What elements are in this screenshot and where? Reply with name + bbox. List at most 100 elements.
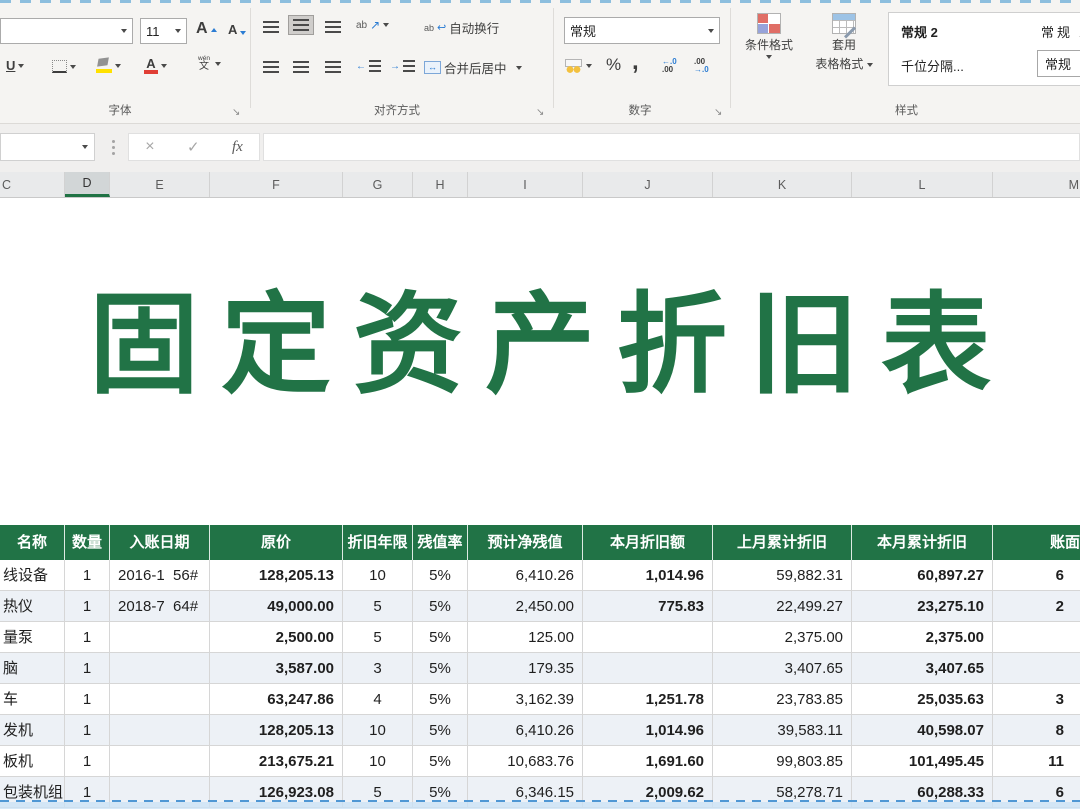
percent-style-button[interactable]: % (606, 55, 621, 75)
cell-book-value[interactable]: 8 (993, 715, 1080, 746)
cell-name[interactable]: 量泵 (0, 622, 65, 653)
merge-center-button[interactable]: ↔ 合并后居中 (424, 58, 522, 77)
cell-date[interactable]: 2018-7 64# (110, 591, 210, 622)
align-middle-button[interactable] (288, 15, 314, 35)
number-format-combo[interactable]: 常规 (564, 17, 720, 44)
cell-cost[interactable]: 49,000.00 (210, 591, 343, 622)
cell-prev-accum[interactable]: 99,803.85 (713, 746, 852, 777)
cell-rate[interactable]: 5% (413, 684, 468, 715)
alignment-dialog-launcher-icon[interactable]: ↘ (536, 108, 544, 118)
header-cur-accum[interactable]: 本月累计折旧 (852, 525, 993, 560)
wrap-text-button[interactable]: ab ↩ 自动换行 (424, 18, 499, 37)
font-size-combo[interactable]: 11 (140, 18, 187, 44)
header-prev-accum[interactable]: 上月累计折旧 (713, 525, 852, 560)
chevron-down-icon[interactable] (215, 62, 221, 66)
comma-style-button[interactable]: , (632, 48, 639, 76)
number-dialog-launcher-icon[interactable]: ↘ (714, 108, 722, 118)
cell-cost[interactable]: 128,205.13 (210, 560, 343, 591)
cell-book-value[interactable]: 2 (993, 591, 1080, 622)
cell-rate[interactable]: 5% (413, 746, 468, 777)
column-header-g[interactable]: G (343, 172, 413, 197)
cell-monthly-dep[interactable] (583, 653, 713, 684)
chevron-down-icon[interactable] (115, 64, 121, 68)
chevron-down-icon[interactable] (175, 29, 181, 33)
cell-salvage[interactable]: 3,162.39 (468, 684, 583, 715)
format-as-table-button[interactable]: 套用 表格格式 (808, 13, 880, 72)
cell-book-value[interactable]: 3 (993, 684, 1080, 715)
chevron-down-icon[interactable] (708, 29, 714, 33)
header-book-value[interactable]: 账面 (993, 525, 1080, 560)
cell-prev-accum[interactable]: 3,407.65 (713, 653, 852, 684)
cell-style-item-selected[interactable]: 常规 (1037, 50, 1080, 77)
header-salvage[interactable]: 预计净残值 (468, 525, 583, 560)
cell-life[interactable]: 3 (343, 653, 413, 684)
cell-prev-accum[interactable]: 2,375.00 (713, 622, 852, 653)
header-qty[interactable]: 数量 (65, 525, 110, 560)
font-name-combo[interactable] (0, 18, 133, 44)
increase-decimal-button[interactable]: ←.0 .00 (662, 58, 677, 74)
font-dialog-launcher-icon[interactable]: ↘ (232, 108, 240, 118)
worksheet[interactable]: 固定资产折旧表 名称 数量 入账日期 原价 折旧年限 残值率 预计净残值 本月折… (0, 198, 1080, 809)
cell-qty[interactable]: 1 (65, 591, 110, 622)
align-left-button[interactable] (258, 56, 284, 78)
cell-monthly-dep[interactable] (583, 622, 713, 653)
cell-date[interactable] (110, 684, 210, 715)
cell-style-item[interactable]: 千位分隔... (901, 56, 964, 75)
cell-qty[interactable]: 1 (65, 622, 110, 653)
fill-color-button[interactable] (96, 58, 121, 73)
grow-font-button[interactable]: A (196, 20, 217, 38)
chevron-down-icon[interactable] (766, 55, 772, 59)
cell-life[interactable]: 10 (343, 746, 413, 777)
cell-qty[interactable]: 1 (65, 560, 110, 591)
cell-monthly-dep[interactable]: 1,014.96 (583, 715, 713, 746)
chevron-down-icon[interactable] (121, 29, 127, 33)
increase-indent-button[interactable]: → (390, 60, 415, 72)
cell-book-value[interactable] (993, 653, 1080, 684)
shrink-font-button[interactable]: A (228, 22, 246, 37)
cell-qty[interactable]: 1 (65, 684, 110, 715)
name-box[interactable] (0, 133, 95, 161)
cell-date[interactable] (110, 622, 210, 653)
phonetic-guide-button[interactable]: wén 文 (196, 56, 221, 71)
cell-name[interactable]: 线设备 (0, 560, 65, 591)
align-right-button[interactable] (320, 56, 346, 78)
cell-salvage[interactable]: 179.35 (468, 653, 583, 684)
header-rate[interactable]: 残值率 (413, 525, 468, 560)
chevron-down-icon[interactable] (18, 64, 24, 68)
align-center-button[interactable] (288, 56, 314, 78)
column-header-e[interactable]: E (110, 172, 210, 197)
cell-qty[interactable]: 1 (65, 715, 110, 746)
align-top-button[interactable] (258, 16, 284, 38)
cell-rate[interactable]: 5% (413, 622, 468, 653)
chevron-down-icon[interactable] (70, 65, 76, 69)
cell-cur-accum[interactable]: 60,897.27 (852, 560, 993, 591)
cell-name[interactable]: 车 (0, 684, 65, 715)
cell-rate[interactable]: 5% (413, 653, 468, 684)
cell-life[interactable]: 10 (343, 715, 413, 746)
borders-button[interactable] (52, 60, 76, 73)
cell-book-value[interactable]: 11 (993, 746, 1080, 777)
cell-monthly-dep[interactable]: 1,014.96 (583, 560, 713, 591)
orientation-button[interactable]: ab ↗ (356, 18, 389, 32)
cell-rate[interactable]: 5% (413, 715, 468, 746)
column-header-l[interactable]: L (852, 172, 993, 197)
cancel-button[interactable]: × (145, 138, 154, 156)
column-header-d[interactable]: D (65, 172, 110, 197)
cell-prev-accum[interactable]: 59,882.31 (713, 560, 852, 591)
cell-cur-accum[interactable]: 25,035.63 (852, 684, 993, 715)
cell-life[interactable]: 4 (343, 684, 413, 715)
chevron-down-icon[interactable] (586, 64, 592, 68)
cell-monthly-dep[interactable]: 775.83 (583, 591, 713, 622)
insert-function-button[interactable]: fx (232, 139, 243, 156)
conditional-formatting-button[interactable]: 条件格式 (737, 13, 801, 59)
cell-rate[interactable]: 5% (413, 591, 468, 622)
cell-date[interactable]: 2016-1 56# (110, 560, 210, 591)
cell-cur-accum[interactable]: 40,598.07 (852, 715, 993, 746)
cell-qty[interactable]: 1 (65, 746, 110, 777)
cell-style-item[interactable]: 常规 2 (1041, 22, 1080, 41)
cell-prev-accum[interactable]: 23,783.85 (713, 684, 852, 715)
cell-life[interactable]: 5 (343, 622, 413, 653)
cell-monthly-dep[interactable]: 1,691.60 (583, 746, 713, 777)
chevron-down-icon[interactable] (161, 64, 167, 68)
column-header-k[interactable]: K (713, 172, 852, 197)
